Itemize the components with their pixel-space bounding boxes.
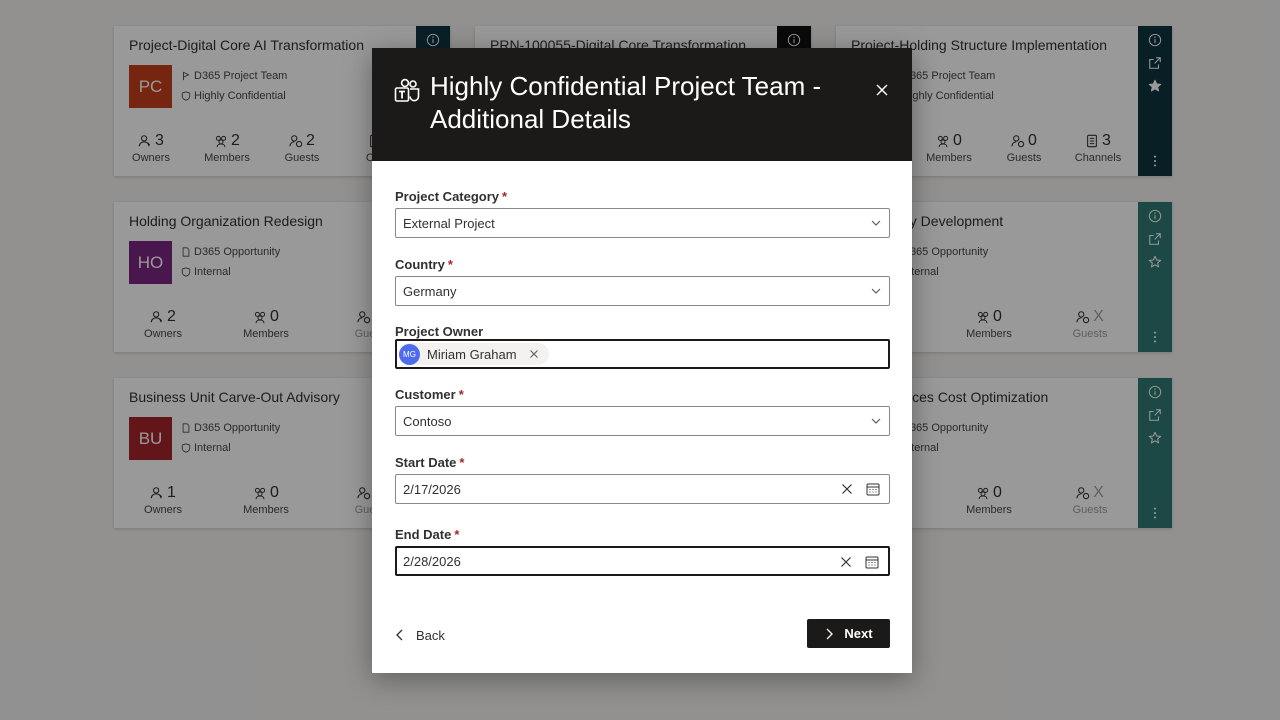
- calendar-button[interactable]: [864, 554, 880, 570]
- chevron-right-icon: [826, 628, 834, 639]
- label-text: Country: [395, 257, 445, 272]
- selected-person[interactable]: MG Miriam Graham: [399, 343, 549, 365]
- calendar-icon: [865, 556, 879, 569]
- teams-icon: [394, 78, 420, 102]
- clear-date-button[interactable]: [839, 481, 855, 497]
- customer-dropdown[interactable]: Contoso: [395, 406, 890, 436]
- customer-label: Customer *: [395, 387, 464, 402]
- start-date-picker[interactable]: 2/17/2026: [395, 474, 890, 504]
- chevron-down-icon: [871, 288, 881, 294]
- project-owner-label: Project Owner: [395, 324, 484, 339]
- dropdown-value: Germany: [403, 283, 457, 299]
- back-label: Back: [416, 627, 445, 643]
- dropdown-value: Contoso: [403, 413, 452, 429]
- country-label: Country *: [395, 257, 453, 272]
- required-indicator: *: [459, 455, 465, 470]
- required-indicator: *: [502, 189, 508, 204]
- remove-person-button[interactable]: [527, 347, 541, 361]
- required-indicator: *: [447, 257, 453, 272]
- close-icon: [841, 557, 851, 567]
- next-label: Next: [844, 626, 873, 641]
- date-value: 2/17/2026: [403, 481, 461, 497]
- project-category-dropdown[interactable]: External Project: [395, 208, 890, 238]
- calendar-button[interactable]: [865, 481, 881, 497]
- date-value: 2/28/2026: [403, 553, 461, 569]
- project-category-label: Project Category *: [395, 189, 507, 204]
- project-owner-picker[interactable]: MG Miriam Graham: [395, 339, 890, 369]
- end-date-picker[interactable]: 2/28/2026: [395, 546, 890, 576]
- required-indicator: *: [458, 387, 464, 402]
- chevron-down-icon: [871, 418, 881, 424]
- start-date-label: Start Date *: [395, 455, 464, 470]
- label-text: End Date: [395, 527, 452, 542]
- calendar-icon: [866, 483, 880, 496]
- next-button[interactable]: Next: [807, 619, 890, 648]
- country-dropdown[interactable]: Germany: [395, 276, 890, 306]
- dropdown-value: External Project: [403, 215, 495, 231]
- clear-date-button[interactable]: [838, 554, 854, 570]
- person-avatar: MG: [399, 343, 420, 365]
- back-button[interactable]: Back: [395, 623, 445, 647]
- label-text: Project Category: [395, 189, 500, 204]
- dialog-header: Highly Confidential Project Team - Addit…: [372, 48, 912, 161]
- close-icon: [876, 84, 888, 96]
- chevron-left-icon: [396, 629, 403, 641]
- end-date-label: End Date *: [395, 527, 459, 542]
- close-button[interactable]: [870, 78, 894, 102]
- dialog-title: Highly Confidential Project Team - Addit…: [430, 71, 822, 134]
- chevron-down-icon: [871, 220, 881, 226]
- label-text: Customer: [395, 387, 456, 402]
- additional-details-dialog: Highly Confidential Project Team - Addit…: [372, 48, 912, 673]
- person-name: Miriam Graham: [427, 346, 517, 362]
- label-text: Start Date: [395, 455, 457, 470]
- close-icon: [529, 350, 538, 358]
- required-indicator: *: [454, 527, 460, 542]
- close-icon: [842, 484, 852, 494]
